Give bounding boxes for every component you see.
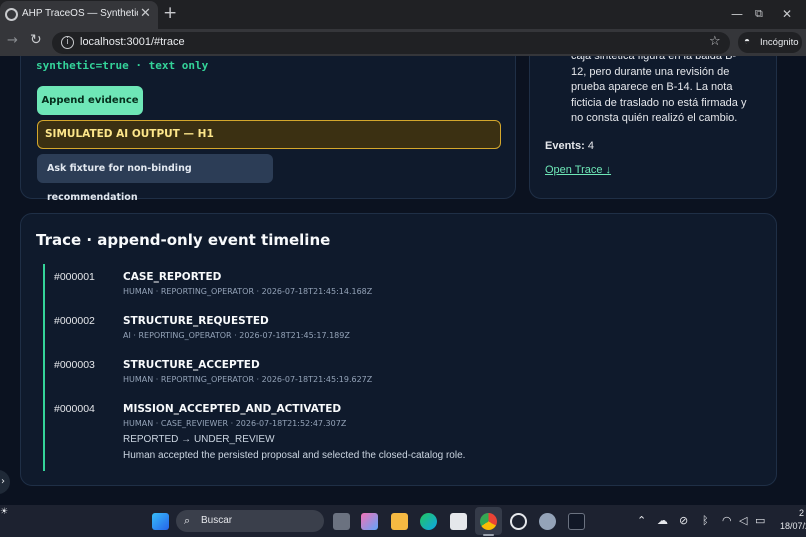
task-view-icon[interactable] bbox=[333, 513, 350, 530]
event-type: STRUCTURE_ACCEPTED bbox=[123, 359, 260, 371]
chrome-icon bbox=[480, 513, 497, 530]
trace-title: Trace · append-only event timeline bbox=[36, 231, 331, 249]
event-sequence: #000001 bbox=[54, 271, 95, 283]
trace-card: Trace · append-only event timeline #0000… bbox=[20, 213, 777, 486]
edge-icon[interactable] bbox=[420, 513, 437, 530]
case-description: caja sintética figura en la balda B-12, … bbox=[571, 56, 747, 124]
browser-tab-strip: AHP TraceOS — Synthetic Demo ✕ + — ⧉ ✕ bbox=[0, 0, 806, 29]
minimize-icon[interactable]: — bbox=[731, 5, 743, 23]
side-panel-toggle-icon[interactable]: › bbox=[0, 470, 10, 494]
event-type: STRUCTURE_REQUESTED bbox=[123, 315, 269, 327]
close-tab-icon[interactable]: ✕ bbox=[140, 6, 151, 22]
volume-icon[interactable]: ◁ bbox=[739, 514, 747, 527]
chatgpt-icon[interactable] bbox=[510, 513, 527, 530]
url-text[interactable]: localhost:3001/#trace bbox=[80, 36, 185, 48]
battery-icon[interactable]: ▭ bbox=[755, 514, 765, 527]
event-timeline: #000001 CASE_REPORTED HUMAN · REPORTING_… bbox=[43, 264, 743, 471]
cloud-sync-icon[interactable]: ☁ bbox=[657, 514, 668, 527]
clock-date[interactable]: 18/07/2 bbox=[780, 521, 806, 531]
page-viewport: synthetic=true · text only Append eviden… bbox=[0, 56, 806, 505]
back-arrow-icon[interactable]: → bbox=[7, 33, 18, 48]
new-tab-icon[interactable]: + bbox=[163, 4, 177, 22]
terminal-icon[interactable] bbox=[568, 513, 585, 530]
events-label: Events: bbox=[545, 140, 585, 152]
actions-card: synthetic=true · text only Append eviden… bbox=[20, 56, 516, 203]
event-meta: AI · REPORTING_OPERATOR · 2026-07-18T21:… bbox=[123, 331, 350, 340]
event-sequence: #000003 bbox=[54, 359, 95, 371]
event-meta: HUMAN · REPORTING_OPERATOR · 2026-07-18T… bbox=[123, 375, 373, 384]
copilot-icon[interactable] bbox=[361, 513, 378, 530]
tab-title: AHP TraceOS — Synthetic Demo bbox=[22, 8, 138, 19]
show-hidden-icons-chevron-icon[interactable]: ⌃ bbox=[637, 514, 646, 527]
chrome-taskbar-button[interactable] bbox=[475, 507, 502, 535]
close-window-icon[interactable]: ✕ bbox=[782, 5, 792, 23]
event-transition: REPORTED → UNDER_REVIEW bbox=[123, 434, 275, 445]
taskbar-search[interactable]: ⌕ Buscar bbox=[176, 510, 324, 532]
simulated-ai-output-banner: SIMULATED AI OUTPUT — H1 bbox=[37, 120, 501, 149]
active-app-indicator bbox=[483, 534, 494, 536]
event-note: Human accepted the persisted proposal an… bbox=[123, 450, 466, 461]
incognito-icon: ◓ bbox=[744, 36, 751, 47]
browser-tab[interactable]: AHP TraceOS — Synthetic Demo ✕ bbox=[0, 1, 158, 29]
info-icon[interactable]: i bbox=[61, 36, 74, 49]
clock-time[interactable]: 2 bbox=[799, 508, 804, 518]
address-bar[interactable]: i localhost:3001/#trace ☆ bbox=[52, 32, 730, 54]
ask-recommendation-button[interactable]: Ask fixture for non-binding recommendati… bbox=[37, 154, 273, 203]
camera-off-icon[interactable]: ⊘ bbox=[679, 514, 688, 527]
settings-gear-icon[interactable] bbox=[539, 513, 556, 530]
incognito-badge[interactable]: ◓ Incógnito bbox=[738, 32, 802, 53]
events-count: 4 bbox=[587, 140, 594, 152]
event-type: MISSION_ACCEPTED_AND_ACTIVATED bbox=[123, 403, 342, 415]
bookmark-star-icon[interactable]: ☆ bbox=[709, 34, 721, 49]
events-count-line: Events: 4 bbox=[545, 140, 594, 152]
reload-icon[interactable]: ↻ bbox=[30, 32, 42, 48]
windows-taskbar: ☀ ⌕ Buscar ⌃ ☁ ⊘ ᛒ ◠ ◁ ▭ 2 18/07/2 bbox=[0, 505, 806, 537]
event-meta: HUMAN · CASE_REVIEWER · 2026-07-18T21:52… bbox=[123, 419, 347, 428]
microsoft-store-icon[interactable] bbox=[450, 513, 467, 530]
weather-widget-icon[interactable]: ☀ bbox=[0, 507, 8, 517]
event-meta: HUMAN · REPORTING_OPERATOR · 2026-07-18T… bbox=[123, 287, 373, 296]
event-type: CASE_REPORTED bbox=[123, 271, 222, 283]
event-sequence: #000002 bbox=[54, 315, 95, 327]
synthetic-note: synthetic=true · text only bbox=[36, 59, 209, 72]
open-trace-link[interactable]: Open Trace ↓ bbox=[545, 164, 611, 176]
globe-icon bbox=[5, 8, 18, 21]
append-evidence-button[interactable]: Append evidence bbox=[37, 86, 143, 115]
restore-icon[interactable]: ⧉ bbox=[755, 5, 763, 23]
case-summary-card: caja sintética figura en la balda B-12, … bbox=[529, 56, 777, 199]
windows-start-icon[interactable] bbox=[152, 513, 169, 530]
file-explorer-icon[interactable] bbox=[391, 513, 408, 530]
search-icon: ⌕ bbox=[184, 514, 191, 527]
browser-toolbar: → ↻ i localhost:3001/#trace ☆ ◓ Incógnit… bbox=[0, 29, 806, 56]
incognito-label: Incógnito bbox=[760, 37, 799, 48]
wifi-icon[interactable]: ◠ bbox=[722, 514, 732, 527]
bluetooth-icon[interactable]: ᛒ bbox=[702, 514, 709, 527]
taskbar-search-label: Buscar bbox=[201, 515, 233, 526]
event-sequence: #000004 bbox=[54, 403, 95, 415]
